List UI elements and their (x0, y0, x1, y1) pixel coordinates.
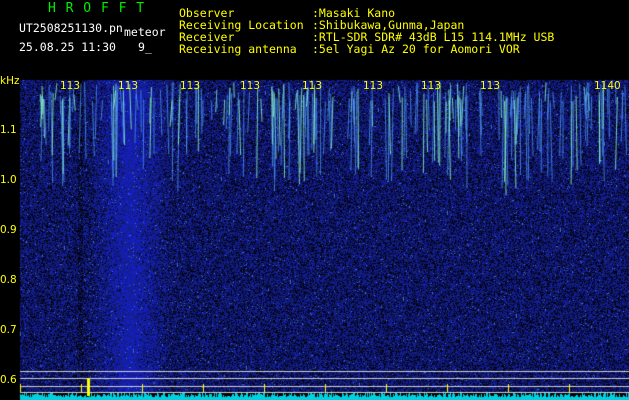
y-tick-label: 0.8 (0, 274, 17, 286)
x-tick-label: 113 (421, 80, 442, 92)
timestamp: 25.08.25 11:30 (19, 40, 116, 54)
hroftt-spectrogram-screen: H R O F F T UT2508251130.pn meteor 25.08… (0, 0, 629, 400)
y-axis-unit: kHz (0, 75, 20, 87)
y-tick-label: 0.7 (0, 324, 17, 336)
spectrogram-canvas (0, 0, 629, 400)
x-tick-label: 1140 (594, 80, 621, 92)
category-label: meteor (124, 25, 166, 39)
x-tick-label: 113 (180, 80, 201, 92)
y-tick-label: 1.0 (0, 174, 17, 186)
value-antenna: :5el Yagi Az 20 for Aomori VOR (312, 42, 520, 56)
counter: 9_ (138, 40, 152, 54)
x-tick-label: 113 (480, 80, 501, 92)
x-tick-label: 113 (60, 80, 81, 92)
filename: UT2508251130.pn (19, 21, 123, 35)
x-tick-label: 113 (302, 80, 323, 92)
station-name: H R O F F T (48, 1, 146, 16)
x-tick-label: 113 (363, 80, 384, 92)
label-antenna: Receiving antenna (179, 42, 297, 56)
x-tick-label: 113 (240, 80, 261, 92)
y-tick-label: 0.6 (0, 374, 17, 386)
y-tick-label: 0.9 (0, 224, 17, 236)
y-tick-label: 1.1 (0, 124, 17, 136)
x-tick-label: 113 (118, 80, 139, 92)
